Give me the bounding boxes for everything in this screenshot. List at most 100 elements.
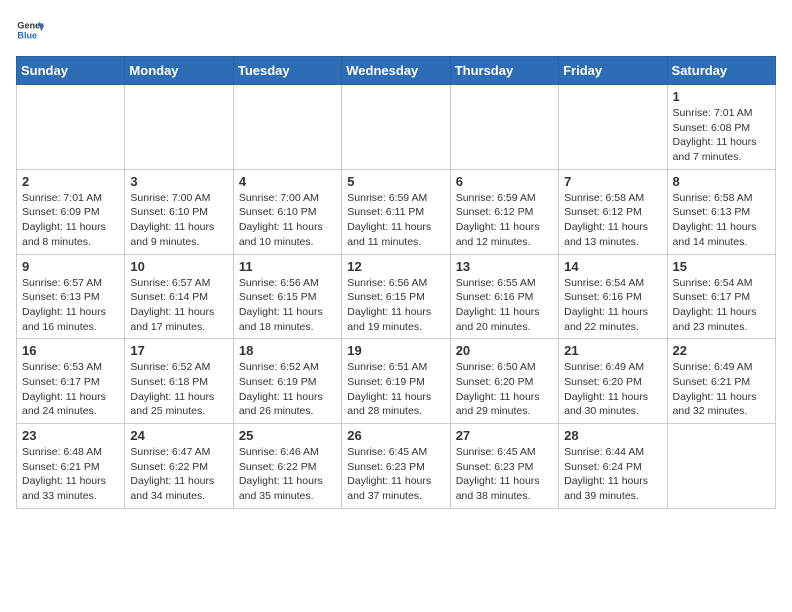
day-header-friday: Friday — [559, 57, 667, 85]
day-number: 9 — [22, 259, 119, 274]
day-number: 13 — [456, 259, 553, 274]
calendar-week-row: 23 Sunrise: 6:48 AMSunset: 6:21 PMDayligh… — [17, 424, 776, 509]
calendar-cell: 23 Sunrise: 6:48 AMSunset: 6:21 PMDayligh… — [17, 424, 125, 509]
day-info: Sunrise: 6:49 AMSunset: 6:21 PMDaylight:… — [673, 360, 770, 419]
day-number: 28 — [564, 428, 661, 443]
day-info: Sunrise: 6:45 AMSunset: 6:23 PMDaylight:… — [456, 445, 553, 504]
calendar-cell: 10 Sunrise: 6:57 AMSunset: 6:14 PMDayligh… — [125, 254, 233, 339]
day-info: Sunrise: 7:01 AMSunset: 6:08 PMDaylight:… — [673, 106, 770, 165]
calendar-cell: 27 Sunrise: 6:45 AMSunset: 6:23 PMDayligh… — [450, 424, 558, 509]
day-info: Sunrise: 6:45 AMSunset: 6:23 PMDaylight:… — [347, 445, 444, 504]
calendar-cell: 16 Sunrise: 6:53 AMSunset: 6:17 PMDayligh… — [17, 339, 125, 424]
day-info: Sunrise: 6:58 AMSunset: 6:12 PMDaylight:… — [564, 191, 661, 250]
logo: General Blue — [16, 16, 44, 44]
calendar-cell: 7 Sunrise: 6:58 AMSunset: 6:12 PMDaylight… — [559, 169, 667, 254]
calendar-cell: 26 Sunrise: 6:45 AMSunset: 6:23 PMDayligh… — [342, 424, 450, 509]
day-number: 22 — [673, 343, 770, 358]
header: General Blue — [16, 16, 776, 44]
day-info: Sunrise: 7:01 AMSunset: 6:09 PMDaylight:… — [22, 191, 119, 250]
day-header-sunday: Sunday — [17, 57, 125, 85]
day-number: 11 — [239, 259, 336, 274]
day-info: Sunrise: 6:54 AMSunset: 6:17 PMDaylight:… — [673, 276, 770, 335]
day-header-thursday: Thursday — [450, 57, 558, 85]
day-info: Sunrise: 6:58 AMSunset: 6:13 PMDaylight:… — [673, 191, 770, 250]
calendar-cell: 22 Sunrise: 6:49 AMSunset: 6:21 PMDayligh… — [667, 339, 775, 424]
day-number: 2 — [22, 174, 119, 189]
day-info: Sunrise: 6:59 AMSunset: 6:12 PMDaylight:… — [456, 191, 553, 250]
calendar-cell: 12 Sunrise: 6:56 AMSunset: 6:15 PMDayligh… — [342, 254, 450, 339]
calendar-week-row: 2 Sunrise: 7:01 AMSunset: 6:09 PMDaylight… — [17, 169, 776, 254]
calendar-cell: 2 Sunrise: 7:01 AMSunset: 6:09 PMDaylight… — [17, 169, 125, 254]
day-info: Sunrise: 6:46 AMSunset: 6:22 PMDaylight:… — [239, 445, 336, 504]
day-info: Sunrise: 6:57 AMSunset: 6:13 PMDaylight:… — [22, 276, 119, 335]
day-info: Sunrise: 7:00 AMSunset: 6:10 PMDaylight:… — [130, 191, 227, 250]
day-number: 23 — [22, 428, 119, 443]
calendar-week-row: 1 Sunrise: 7:01 AMSunset: 6:08 PMDaylight… — [17, 85, 776, 170]
calendar-cell — [17, 85, 125, 170]
day-info: Sunrise: 6:44 AMSunset: 6:24 PMDaylight:… — [564, 445, 661, 504]
day-number: 18 — [239, 343, 336, 358]
day-header-wednesday: Wednesday — [342, 57, 450, 85]
day-info: Sunrise: 6:48 AMSunset: 6:21 PMDaylight:… — [22, 445, 119, 504]
day-number: 6 — [456, 174, 553, 189]
calendar-cell: 8 Sunrise: 6:58 AMSunset: 6:13 PMDaylight… — [667, 169, 775, 254]
calendar-cell — [342, 85, 450, 170]
calendar-cell: 28 Sunrise: 6:44 AMSunset: 6:24 PMDayligh… — [559, 424, 667, 509]
day-number: 16 — [22, 343, 119, 358]
day-number: 1 — [673, 89, 770, 104]
day-info: Sunrise: 6:49 AMSunset: 6:20 PMDaylight:… — [564, 360, 661, 419]
day-number: 26 — [347, 428, 444, 443]
day-number: 8 — [673, 174, 770, 189]
day-info: Sunrise: 6:54 AMSunset: 6:16 PMDaylight:… — [564, 276, 661, 335]
calendar-cell: 3 Sunrise: 7:00 AMSunset: 6:10 PMDaylight… — [125, 169, 233, 254]
day-info: Sunrise: 6:57 AMSunset: 6:14 PMDaylight:… — [130, 276, 227, 335]
calendar-cell — [450, 85, 558, 170]
calendar-cell: 4 Sunrise: 7:00 AMSunset: 6:10 PMDaylight… — [233, 169, 341, 254]
calendar-cell: 18 Sunrise: 6:52 AMSunset: 6:19 PMDayligh… — [233, 339, 341, 424]
day-number: 10 — [130, 259, 227, 274]
calendar-cell: 1 Sunrise: 7:01 AMSunset: 6:08 PMDaylight… — [667, 85, 775, 170]
day-number: 14 — [564, 259, 661, 274]
logo-icon: General Blue — [16, 16, 44, 44]
day-number: 21 — [564, 343, 661, 358]
day-number: 15 — [673, 259, 770, 274]
calendar-cell: 13 Sunrise: 6:55 AMSunset: 6:16 PMDayligh… — [450, 254, 558, 339]
day-info: Sunrise: 7:00 AMSunset: 6:10 PMDaylight:… — [239, 191, 336, 250]
day-info: Sunrise: 6:56 AMSunset: 6:15 PMDaylight:… — [347, 276, 444, 335]
calendar-cell: 6 Sunrise: 6:59 AMSunset: 6:12 PMDaylight… — [450, 169, 558, 254]
calendar-cell: 14 Sunrise: 6:54 AMSunset: 6:16 PMDayligh… — [559, 254, 667, 339]
day-info: Sunrise: 6:47 AMSunset: 6:22 PMDaylight:… — [130, 445, 227, 504]
calendar-cell: 9 Sunrise: 6:57 AMSunset: 6:13 PMDaylight… — [17, 254, 125, 339]
day-header-monday: Monday — [125, 57, 233, 85]
calendar-cell: 19Sunrise: 6:51 AMSunset: 6:19 PMDayligh… — [342, 339, 450, 424]
calendar-cell: 25 Sunrise: 6:46 AMSunset: 6:22 PMDayligh… — [233, 424, 341, 509]
day-number: 12 — [347, 259, 444, 274]
day-number: 3 — [130, 174, 227, 189]
day-header-tuesday: Tuesday — [233, 57, 341, 85]
day-number: 7 — [564, 174, 661, 189]
calendar-cell: 5Sunrise: 6:59 AMSunset: 6:11 PMDaylight… — [342, 169, 450, 254]
calendar-cell — [559, 85, 667, 170]
day-header-saturday: Saturday — [667, 57, 775, 85]
day-number: 20 — [456, 343, 553, 358]
day-number: 24 — [130, 428, 227, 443]
day-info: Sunrise: 6:53 AMSunset: 6:17 PMDaylight:… — [22, 360, 119, 419]
day-number: 25 — [239, 428, 336, 443]
calendar-cell — [667, 424, 775, 509]
calendar-cell: 21 Sunrise: 6:49 AMSunset: 6:20 PMDayligh… — [559, 339, 667, 424]
calendar-week-row: 16 Sunrise: 6:53 AMSunset: 6:17 PMDayligh… — [17, 339, 776, 424]
day-number: 27 — [456, 428, 553, 443]
day-info: Sunrise: 6:55 AMSunset: 6:16 PMDaylight:… — [456, 276, 553, 335]
day-info: Sunrise: 6:56 AMSunset: 6:15 PMDaylight:… — [239, 276, 336, 335]
calendar-cell: 11 Sunrise: 6:56 AMSunset: 6:15 PMDayligh… — [233, 254, 341, 339]
calendar-cell: 24 Sunrise: 6:47 AMSunset: 6:22 PMDayligh… — [125, 424, 233, 509]
day-info: Sunrise: 6:51 AMSunset: 6:19 PMDaylight:… — [347, 360, 444, 419]
calendar-table: SundayMondayTuesdayWednesdayThursdayFrid… — [16, 56, 776, 509]
day-number: 4 — [239, 174, 336, 189]
calendar-cell: 20 Sunrise: 6:50 AMSunset: 6:20 PMDayligh… — [450, 339, 558, 424]
day-info: Sunrise: 6:52 AMSunset: 6:19 PMDaylight:… — [239, 360, 336, 419]
day-number: 5 — [347, 174, 444, 189]
day-info: Sunrise: 6:50 AMSunset: 6:20 PMDaylight:… — [456, 360, 553, 419]
calendar-cell: 15 Sunrise: 6:54 AMSunset: 6:17 PMDayligh… — [667, 254, 775, 339]
calendar-header-row: SundayMondayTuesdayWednesdayThursdayFrid… — [17, 57, 776, 85]
